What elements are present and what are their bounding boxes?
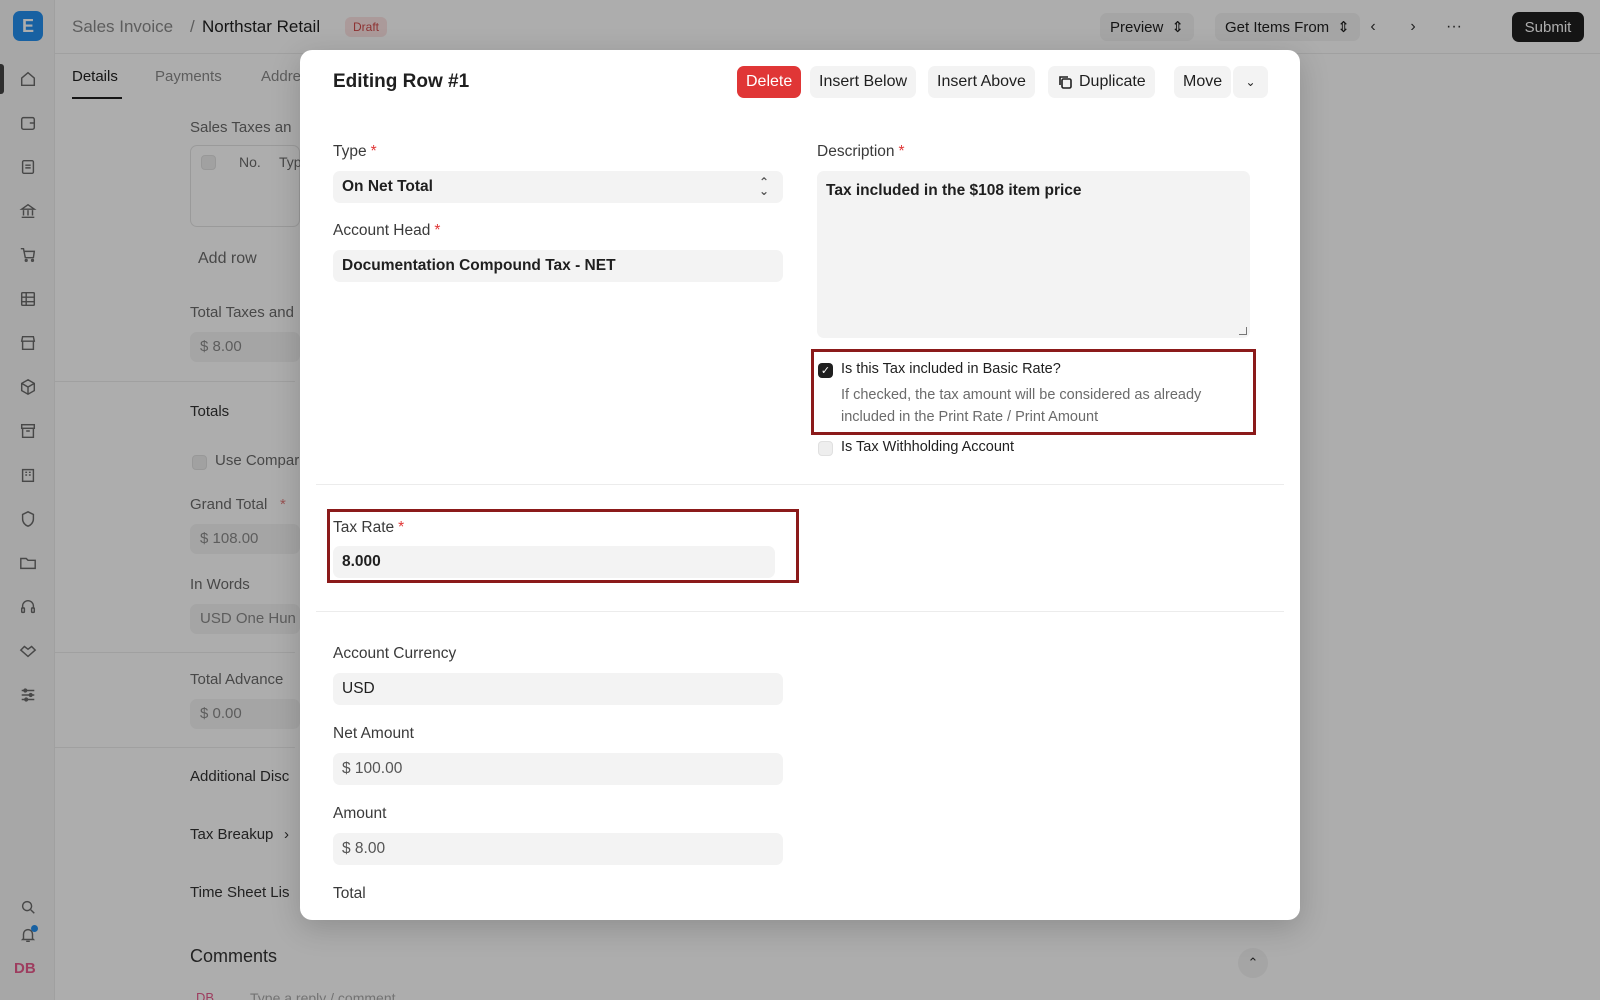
duplicate-button[interactable]: Duplicate [1048,66,1155,98]
section-divider [316,484,1284,485]
net-amount-field: $ 100.00 [333,753,783,785]
account-head-field[interactable]: Documentation Compound Tax - NET [333,250,783,282]
insert-below-button[interactable]: Insert Below [810,66,917,98]
edit-row-dialog: Editing Row #1 Delete Insert Below Inser… [300,50,1300,920]
description-label: Description * [817,143,905,160]
tax-rate-field[interactable]: 8.000 [333,546,775,578]
more-actions-button[interactable]: ⌄ [1233,66,1268,98]
account-currency-field[interactable]: USD [333,673,783,705]
type-value: On Net Total [342,178,433,195]
dialog-title: Editing Row #1 [333,71,470,92]
included-in-basic-rate-label: Is this Tax included in Basic Rate? [841,361,1061,377]
amount-label: Amount [333,805,387,822]
amount-field: $ 8.00 [333,833,783,865]
insert-above-button[interactable]: Insert Above [928,66,1035,98]
net-amount-label: Net Amount [333,725,414,742]
updown-icon: ⌃ ⌄ [758,175,769,198]
tax-rate-label: Tax Rate * [333,519,405,536]
chevron-down-icon: ⌄ [1245,75,1256,89]
type-select[interactable]: On Net Total ⌃ ⌄ [333,171,783,203]
section-divider [316,611,1284,612]
tax-withholding-label: Is Tax Withholding Account [841,439,1015,455]
total-label: Total [333,885,366,902]
duplicate-label: Duplicate [1079,73,1146,90]
description-value: Tax included in the $108 item price [826,182,1082,199]
included-in-basic-rate-checkbox[interactable]: ✓ [818,363,833,378]
type-label: Type * [333,143,377,160]
move-button[interactable]: Move [1174,66,1232,98]
included-in-basic-rate-help: If checked, the tax amount will be consi… [841,387,1202,425]
delete-button[interactable]: Delete [737,66,802,98]
copy-icon [1059,76,1072,89]
description-textarea[interactable]: Tax included in the $108 item price [817,171,1250,338]
tax-withholding-checkbox[interactable] [818,441,833,456]
resize-handle-icon[interactable] [1239,327,1247,335]
check-icon: ✓ [820,365,831,377]
account-head-label: Account Head * [333,222,441,239]
account-currency-label: Account Currency [333,645,457,662]
